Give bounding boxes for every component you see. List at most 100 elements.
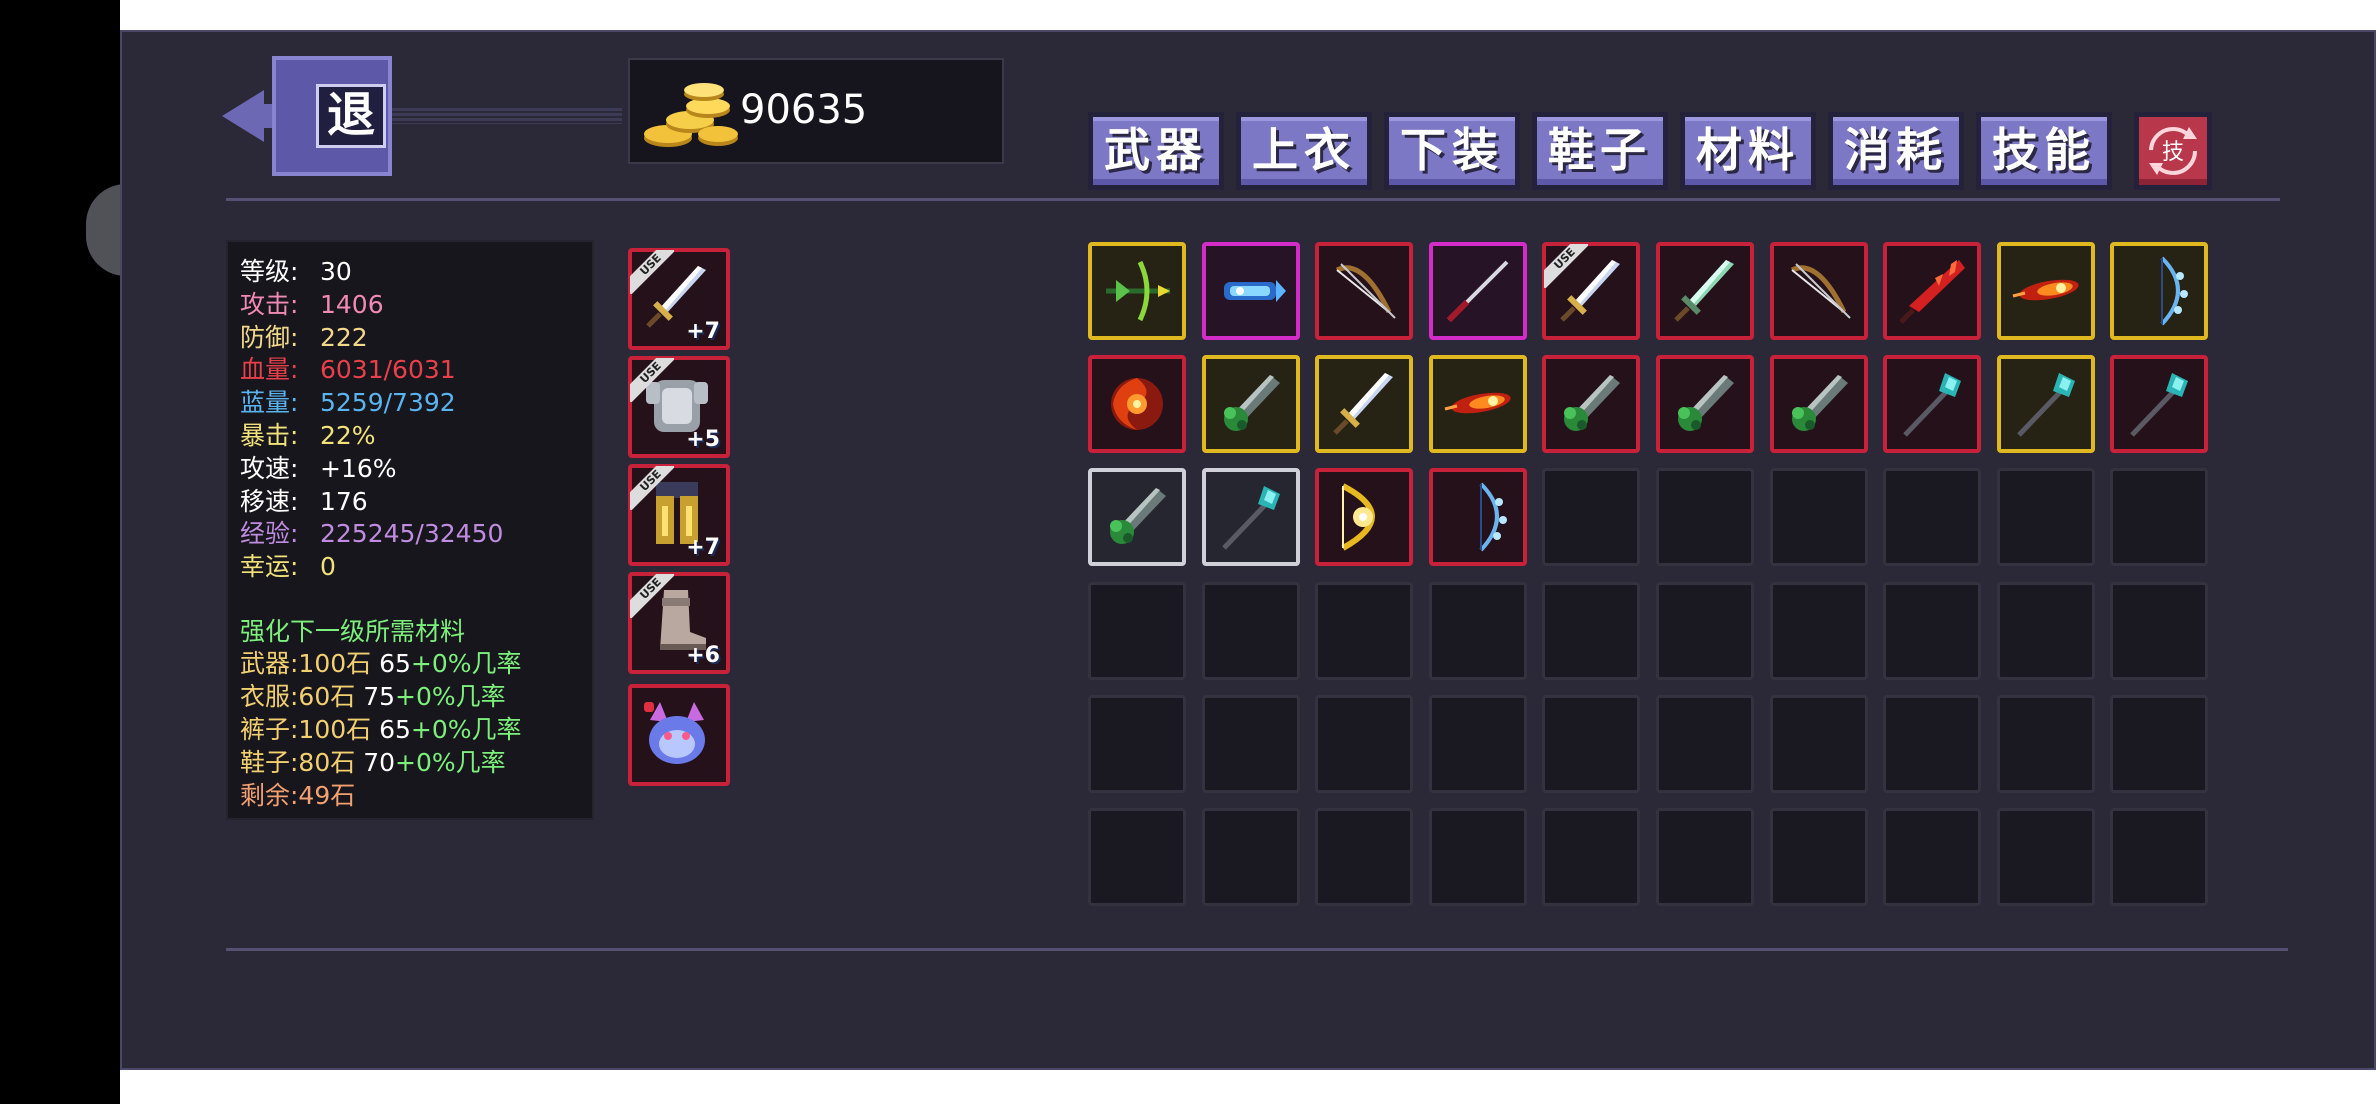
inventory-slot-empty[interactable] — [1428, 581, 1527, 680]
inventory-slot-empty[interactable] — [1883, 468, 1982, 567]
back-button-label: 退 — [316, 84, 386, 148]
tab-bottom[interactable]: 下装 — [1384, 112, 1520, 190]
inventory-slot[interactable] — [1656, 355, 1754, 454]
use-tag-label: USE — [630, 250, 674, 294]
inventory-slot[interactable] — [1542, 355, 1641, 454]
inventory-slot-empty[interactable] — [1769, 808, 1868, 906]
enhance-title: 强化下一级所需材料 — [240, 617, 466, 646]
use-tag-label: USE — [630, 574, 674, 618]
enhance-chance: 75 — [363, 682, 396, 711]
equipped-slot-boots[interactable]: USE +6 — [628, 572, 730, 674]
poison-sword-icon — [1678, 375, 1734, 432]
inventory-slot[interactable] — [1769, 242, 1868, 340]
inventory-slot[interactable] — [1315, 468, 1414, 567]
stat-label: 攻击: — [240, 289, 299, 319]
tab-materials[interactable]: 材料 — [1680, 112, 1816, 190]
inventory-slot-empty[interactable] — [1769, 581, 1868, 680]
tab-consumables[interactable]: 消耗 — [1828, 112, 1964, 190]
inventory-slot[interactable] — [1088, 242, 1186, 340]
enhance-material: 鞋子:80石 — [240, 748, 356, 777]
inventory-slot-empty[interactable] — [1996, 808, 2095, 906]
inventory-slot-empty[interactable] — [1542, 808, 1641, 906]
inventory-slot-empty[interactable] — [1088, 581, 1186, 680]
inventory-slot-empty[interactable] — [2110, 808, 2209, 906]
inventory-slot-empty[interactable] — [1656, 468, 1754, 567]
use-tag: USE — [630, 466, 674, 510]
inventory-slot[interactable] — [1883, 242, 1982, 340]
stat-label: 经验: — [240, 519, 299, 549]
back-button-group: 退 — [222, 56, 622, 180]
tab-top[interactable]: 上衣 — [1236, 112, 1372, 190]
inventory-slot-empty[interactable] — [1883, 581, 1982, 680]
inventory-slot-empty[interactable] — [1769, 468, 1868, 567]
enhance-level: +7 — [686, 535, 720, 560]
inventory-slot[interactable] — [1428, 468, 1527, 567]
inventory-slot-empty[interactable] — [1542, 694, 1641, 793]
inventory-slot-empty[interactable] — [1315, 694, 1414, 793]
inventory-slot[interactable] — [1428, 355, 1527, 454]
equipped-slot-weapon[interactable]: USE +7 — [628, 248, 730, 350]
skill-swap-button[interactable]: 技 — [2134, 112, 2212, 190]
inventory-slot[interactable] — [1201, 242, 1300, 340]
tab-skills[interactable]: 技能 — [1976, 112, 2112, 190]
inventory-slot-empty[interactable] — [1428, 808, 1527, 906]
inventory-slot[interactable] — [1315, 242, 1414, 340]
inventory-slot-empty[interactable] — [1315, 808, 1414, 906]
enhance-bonus: +0%几率 — [395, 748, 506, 777]
inventory-slot-empty[interactable] — [1315, 581, 1414, 680]
crossbow-icon — [1106, 260, 1170, 322]
poison-sword-icon — [1223, 375, 1280, 432]
use-tag: USE — [1544, 244, 1589, 288]
inventory-slot[interactable] — [1883, 355, 1982, 454]
tab-weapon[interactable]: 武器 — [1088, 112, 1224, 190]
inventory-slot[interactable] — [1315, 355, 1414, 454]
equipped-slot-pet[interactable] — [628, 684, 730, 786]
inventory-slot-empty[interactable] — [1996, 581, 2095, 680]
inventory-slot[interactable] — [2110, 355, 2209, 454]
back-arrow-icon — [222, 90, 264, 142]
inventory-slot-empty[interactable] — [1656, 694, 1754, 793]
use-tag-label: USE — [630, 358, 674, 402]
inventory-slot[interactable] — [1996, 242, 2095, 340]
inventory-slot[interactable] — [2110, 242, 2209, 340]
inventory-slot-empty[interactable] — [1542, 581, 1641, 680]
inventory-slot[interactable] — [1201, 468, 1300, 567]
tab-shoes[interactable]: 鞋子 — [1532, 112, 1668, 190]
inventory-slot-empty[interactable] — [2110, 468, 2209, 567]
inventory-slot-empty[interactable] — [2110, 694, 2209, 793]
inventory-slot-empty[interactable] — [1542, 468, 1641, 567]
swap-icon: 技 — [2149, 127, 2197, 175]
inventory-slot-empty[interactable] — [1656, 581, 1754, 680]
inventory-slot-empty[interactable] — [1201, 808, 1300, 906]
inventory-slot[interactable]: USE — [1542, 242, 1641, 340]
enhance-material: 衣服:60石 — [240, 682, 356, 711]
inventory-slot[interactable] — [1201, 355, 1300, 454]
inventory-slot-empty[interactable] — [1428, 694, 1527, 793]
inventory-slot[interactable] — [1769, 355, 1868, 454]
inventory-slot-empty[interactable] — [1883, 808, 1982, 906]
inventory-slot[interactable] — [1428, 242, 1527, 340]
inventory-slot-empty[interactable] — [1088, 808, 1186, 906]
inventory-slot-empty[interactable] — [2110, 581, 2209, 680]
poison-sword-icon — [1110, 488, 1166, 545]
gold-counter: 90635 — [628, 58, 1004, 164]
inventory-slot[interactable] — [1088, 355, 1186, 454]
inventory-slot[interactable] — [1996, 355, 2095, 454]
inventory-slot-empty[interactable] — [1656, 808, 1754, 906]
inventory-slot-empty[interactable] — [1088, 694, 1186, 793]
inventory-slot[interactable] — [1088, 468, 1186, 567]
inventory-slot[interactable] — [1656, 242, 1754, 340]
inventory-slot-empty[interactable] — [1201, 694, 1300, 793]
sword-icon — [1333, 373, 1394, 435]
inventory-slot-empty[interactable] — [1883, 694, 1982, 793]
stat-row: 暴击: 22% — [240, 420, 376, 452]
enhance-cost-row: 衣服:60石 75+0%几率 — [240, 681, 506, 713]
inventory-slot-empty[interactable] — [1996, 468, 2095, 567]
equipped-slot-pants[interactable]: USE +7 — [628, 464, 730, 566]
inventory-slot-empty[interactable] — [1769, 694, 1868, 793]
poison-sword-icon — [1791, 375, 1848, 432]
inventory-slot-empty[interactable] — [1996, 694, 2095, 793]
equipped-slot-armor[interactable]: USE +5 — [628, 356, 730, 458]
enhance-cost-row: 裤子:100石 65+0%几率 — [240, 714, 522, 746]
inventory-slot-empty[interactable] — [1201, 581, 1300, 680]
